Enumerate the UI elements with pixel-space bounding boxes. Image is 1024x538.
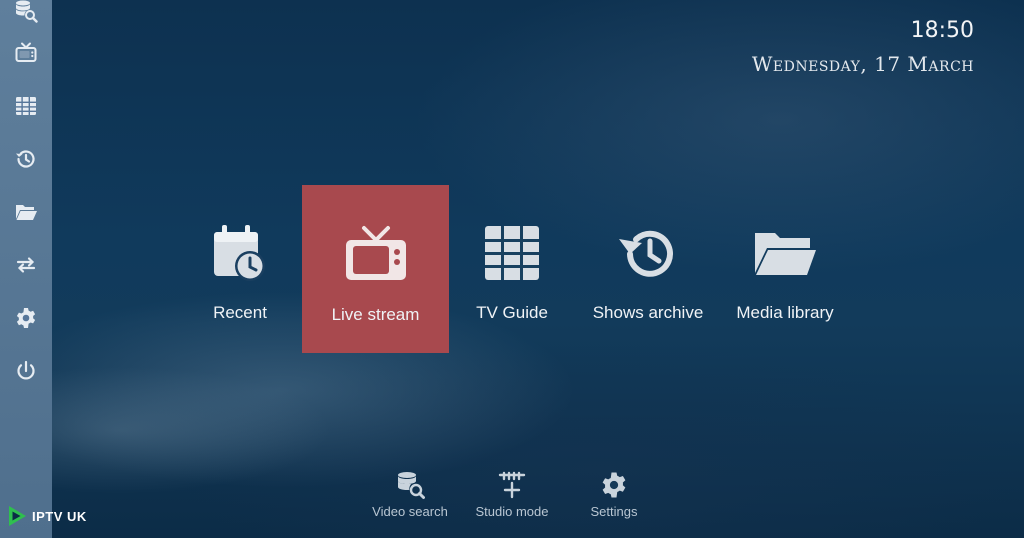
clock-time: 18:50 <box>910 18 974 43</box>
history-icon <box>619 230 673 277</box>
sidebar-item-archive[interactable] <box>0 132 52 185</box>
menu-item-shows-archive[interactable]: Shows archive <box>578 185 718 353</box>
menu-item-media-library[interactable]: Media library <box>715 185 855 353</box>
menu-item-live-stream[interactable]: Live stream <box>302 185 449 353</box>
sidebar-item-media-library[interactable] <box>0 185 52 238</box>
menu-item-label: Live stream <box>331 305 420 324</box>
clock-date: Wednesday, 17 March <box>751 52 974 76</box>
play-logo-icon <box>9 506 26 526</box>
folder-icon <box>16 204 37 220</box>
gear-icon <box>16 307 36 328</box>
sidebar-item-switch[interactable] <box>0 238 52 291</box>
video-search-icon <box>398 472 425 499</box>
menu-item-tv-guide[interactable]: TV Guide <box>442 185 582 353</box>
menu-item-label: Shows archive <box>592 303 704 322</box>
calendar-clock-icon <box>214 225 265 281</box>
sidebar <box>0 0 52 538</box>
menu-item-label: TV Guide <box>476 303 548 322</box>
menu-item-label: Recent <box>213 303 267 322</box>
tv-icon <box>345 226 406 280</box>
sidebar-item-settings[interactable] <box>0 291 52 344</box>
folder-icon <box>755 233 816 275</box>
history-icon <box>16 149 35 168</box>
sidebar-item-tv-guide[interactable] <box>0 79 52 132</box>
bottom-item-studio-mode[interactable]: Studio mode <box>474 470 550 519</box>
studio-mode-icon <box>498 471 526 499</box>
switch-icon <box>16 256 36 273</box>
video-search-icon <box>16 0 38 23</box>
menu-item-label: Media library <box>736 303 834 322</box>
bottom-item-label: Video search <box>372 504 448 519</box>
power-icon <box>17 360 35 379</box>
sidebar-item-live-tv[interactable] <box>0 26 52 79</box>
sidebar-item-power[interactable] <box>0 344 52 397</box>
grid-icon <box>485 226 539 280</box>
tv-icon <box>15 42 37 62</box>
watermark-text: IPTV UK <box>32 508 87 524</box>
menu-item-recent[interactable]: Recent <box>170 185 310 353</box>
bottom-item-label: Studio mode <box>475 504 549 519</box>
grid-icon <box>16 96 36 115</box>
gear-icon <box>602 472 626 498</box>
bottom-item-settings[interactable]: Settings <box>580 470 648 519</box>
watermark-logo: IPTV UK <box>6 503 87 529</box>
sidebar-item-video-search[interactable] <box>0 0 52 26</box>
bottom-item-label: Settings <box>590 504 638 519</box>
bottom-item-video-search[interactable]: Video search <box>372 470 448 519</box>
